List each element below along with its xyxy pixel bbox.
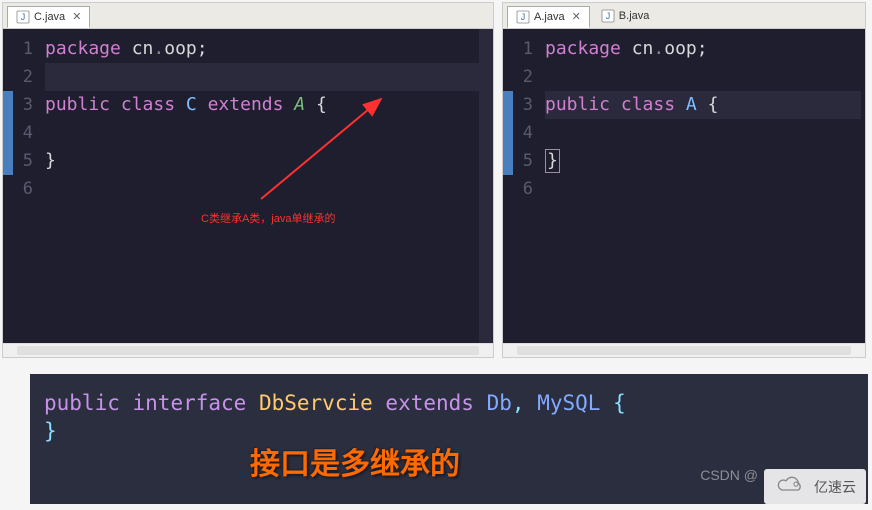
tab-a-java[interactable]: J A.java ✕ xyxy=(507,6,590,28)
interface-line-1: public interface DbServcie extends Db, M… xyxy=(44,388,858,416)
brand-watermark: 亿速云 xyxy=(764,469,866,504)
gutter-right: 1 2 3 4 5 6 xyxy=(503,29,541,343)
tab-label: B.java xyxy=(619,10,650,22)
interface-code-panel: public interface DbServcie extends Db, M… xyxy=(30,374,868,504)
svg-text:J: J xyxy=(606,11,611,21)
code-body-right[interactable]: package cn.oop; public class A { } xyxy=(541,29,865,343)
editor-pane-c: J C.java ✕ 1 2 3 4 5 6 package cn.oop; p… xyxy=(2,2,494,358)
svg-text:J: J xyxy=(21,12,26,22)
cloud-icon xyxy=(774,475,808,498)
change-marker xyxy=(3,91,13,175)
java-file-icon: J xyxy=(16,10,30,24)
editor-pane-a: J A.java ✕ J B.java 1 2 3 4 5 6 xyxy=(502,2,866,358)
tab-label: C.java xyxy=(34,11,65,23)
java-file-icon: J xyxy=(601,9,615,23)
change-marker xyxy=(503,91,513,175)
tab-label: A.java xyxy=(534,11,565,23)
tab-b-java[interactable]: J B.java xyxy=(592,5,659,27)
csdn-watermark: CSDN @ xyxy=(700,460,758,490)
horizontal-scrollbar-right[interactable] xyxy=(503,343,865,357)
tab-bar-left: J C.java ✕ xyxy=(3,3,493,29)
horizontal-scrollbar-left[interactable] xyxy=(3,343,493,357)
scroll-margin[interactable] xyxy=(479,29,493,343)
brand-text: 亿速云 xyxy=(814,477,856,497)
close-icon[interactable]: ✕ xyxy=(572,10,581,23)
close-icon[interactable]: ✕ xyxy=(72,10,81,23)
annotation-text-left: C类继承A类，java单继承的 xyxy=(201,205,335,233)
code-body-left[interactable]: package cn.oop; public class C extends A… xyxy=(41,29,493,343)
gutter-left: 1 2 3 4 5 6 xyxy=(3,29,41,343)
editor-row: J C.java ✕ 1 2 3 4 5 6 package cn.oop; p… xyxy=(0,0,872,360)
tab-c-java[interactable]: J C.java ✕ xyxy=(7,6,90,28)
java-file-icon: J xyxy=(516,10,530,24)
svg-text:J: J xyxy=(521,12,526,22)
annotation-text-interface: 接口是多继承的 xyxy=(250,450,460,480)
code-area-left[interactable]: 1 2 3 4 5 6 package cn.oop; public class… xyxy=(3,29,493,343)
interface-line-2: } xyxy=(44,416,858,444)
code-area-right[interactable]: 1 2 3 4 5 6 package cn.oop; public class… xyxy=(503,29,865,343)
tab-bar-right: J A.java ✕ J B.java xyxy=(503,3,865,29)
